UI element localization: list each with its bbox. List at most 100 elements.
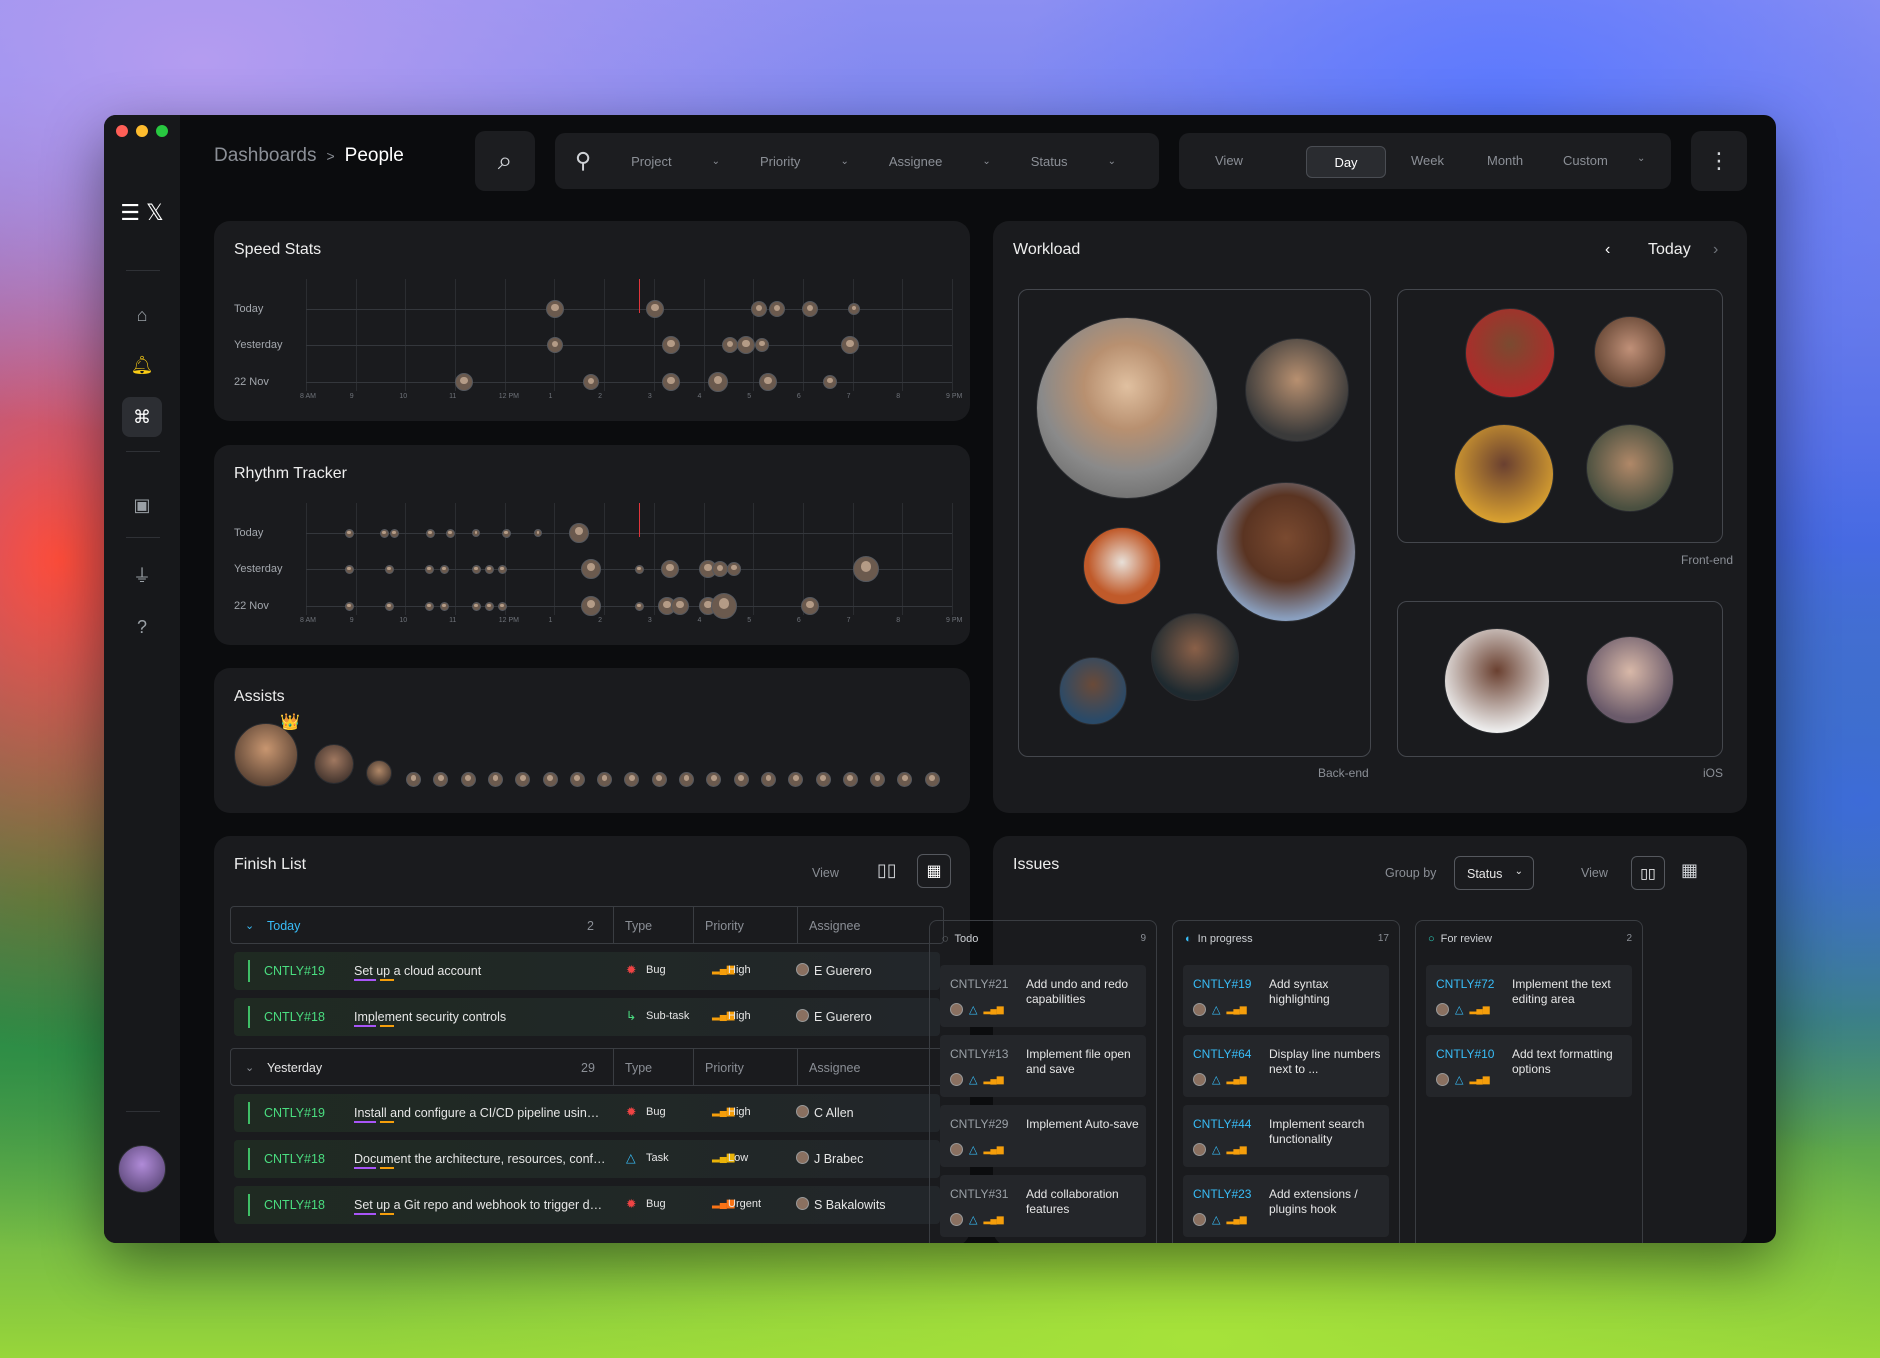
issue-card[interactable]: CNTLY#19 Add syntax highlighting △ ▂▄▆: [1183, 965, 1389, 1027]
activity-avatar[interactable]: [759, 373, 777, 391]
member-photo[interactable]: [1586, 424, 1674, 512]
member-photo[interactable]: [1059, 657, 1127, 725]
activity-avatar[interactable]: [344, 528, 354, 538]
assist-avatar[interactable]: [924, 772, 940, 787]
member-photo[interactable]: [1454, 424, 1554, 524]
plug-icon[interactable]: ⏚: [122, 555, 162, 595]
table-row[interactable]: CNTLY#19 Set up a cloud account ✹ Bug ▂▄…: [234, 952, 940, 990]
activity-avatar[interactable]: [534, 529, 542, 537]
table-view-icon[interactable]: ▦: [1681, 860, 1698, 881]
issue-card[interactable]: CNTLY#29 Implement Auto-save △ ▂▄▆: [940, 1105, 1146, 1167]
assist-avatar[interactable]: [433, 772, 449, 787]
table-row[interactable]: CNTLY#18 Implement security controls ↳ S…: [234, 998, 940, 1036]
assist-avatar[interactable]: [460, 772, 476, 787]
assist-avatar[interactable]: [597, 772, 613, 787]
table-view-icon[interactable]: ▦: [917, 854, 951, 888]
maximize-window-button[interactable]: [156, 125, 168, 137]
activity-avatar[interactable]: [344, 601, 354, 611]
activity-avatar[interactable]: [497, 564, 507, 574]
activity-avatar[interactable]: [751, 301, 767, 317]
view-custom-button[interactable]: Custom: [1563, 153, 1608, 168]
activity-avatar[interactable]: [471, 564, 481, 574]
issue-card[interactable]: CNTLY#21 Add undo and redo capabilities △ ▂…: [940, 965, 1146, 1027]
activity-avatar[interactable]: [662, 336, 680, 354]
breadcrumb-dashboards[interactable]: Dashboards: [214, 145, 316, 167]
activity-avatar[interactable]: [671, 597, 689, 615]
activity-avatar[interactable]: [853, 556, 879, 582]
activity-avatar[interactable]: [425, 528, 435, 538]
board-view-icon[interactable]: ▯▯: [877, 860, 897, 881]
activity-avatar[interactable]: [581, 559, 601, 579]
activity-avatar[interactable]: [737, 336, 755, 354]
assist-avatar[interactable]: [706, 772, 722, 787]
activity-avatar[interactable]: [424, 564, 434, 574]
assist-avatar[interactable]: [366, 760, 392, 786]
activity-avatar[interactable]: [455, 373, 473, 391]
assist-avatar[interactable]: [842, 772, 858, 787]
view-week-button[interactable]: Week: [1411, 153, 1444, 168]
table-row[interactable]: CNTLY#18 Document the architecture, reso…: [234, 1140, 940, 1178]
member-photo[interactable]: [1151, 613, 1239, 701]
member-photo[interactable]: [1083, 527, 1161, 605]
activity-avatar[interactable]: [379, 528, 389, 538]
activity-avatar[interactable]: [727, 562, 741, 576]
chevron-down-icon[interactable]: ⌄: [1637, 153, 1645, 164]
activity-avatar[interactable]: [484, 564, 494, 574]
activity-avatar[interactable]: [501, 528, 511, 538]
member-photo[interactable]: [1036, 317, 1218, 499]
activity-avatar[interactable]: [569, 523, 589, 543]
bell-icon[interactable]: 🔔︎: [122, 345, 162, 385]
assist-avatar[interactable]: [624, 772, 640, 787]
member-photo[interactable]: [1245, 338, 1349, 442]
board-view-icon[interactable]: ▯▯: [1631, 856, 1665, 890]
member-photo[interactable]: [1586, 636, 1674, 724]
activity-avatar[interactable]: [769, 301, 785, 317]
user-avatar[interactable]: [118, 1145, 166, 1193]
issue-card[interactable]: CNTLY#72 Implement the text editing area △…: [1426, 965, 1632, 1027]
assist-avatar[interactable]: [542, 772, 558, 787]
activity-avatar[interactable]: [634, 564, 644, 574]
issue-card[interactable]: CNTLY#10 Add text formatting options △ ▂▄▆: [1426, 1035, 1632, 1097]
activity-avatar[interactable]: [389, 528, 399, 538]
top-assist-avatar[interactable]: [234, 723, 298, 787]
close-window-button[interactable]: [116, 125, 128, 137]
assist-avatar[interactable]: [314, 744, 354, 784]
filter-project[interactable]: Project ⌄: [631, 154, 720, 169]
assist-avatar[interactable]: [760, 772, 776, 787]
filter-priority[interactable]: Priority ⌄: [760, 154, 849, 169]
activity-avatar[interactable]: [344, 564, 354, 574]
activity-avatar[interactable]: [823, 375, 837, 389]
briefcase-icon[interactable]: ▣: [122, 485, 162, 525]
activity-avatar[interactable]: [424, 601, 434, 611]
activity-avatar[interactable]: [546, 300, 564, 318]
search-icon[interactable]: ⌕: [475, 131, 535, 191]
activity-avatar[interactable]: [755, 338, 769, 352]
view-day-button[interactable]: Day: [1306, 146, 1386, 178]
assist-avatar[interactable]: [515, 772, 531, 787]
issue-card[interactable]: CNTLY#44 Implement search functionality △ ▂…: [1183, 1105, 1389, 1167]
filter-assignee[interactable]: Assignee ⌄: [889, 154, 991, 169]
assist-avatar[interactable]: [651, 772, 667, 787]
activity-avatar[interactable]: [711, 593, 737, 619]
table-row[interactable]: CNTLY#18 Set up a Git repo and webhook t…: [234, 1186, 940, 1224]
activity-avatar[interactable]: [445, 528, 455, 538]
apps-icon[interactable]: ⌘: [122, 397, 162, 437]
activity-avatar[interactable]: [662, 373, 680, 391]
activity-avatar[interactable]: [841, 336, 859, 354]
activity-avatar[interactable]: [581, 596, 601, 616]
assist-avatar[interactable]: [788, 772, 804, 787]
activity-avatar[interactable]: [471, 601, 481, 611]
activity-avatar[interactable]: [439, 601, 449, 611]
help-icon[interactable]: ?: [122, 607, 162, 647]
assist-avatar[interactable]: [406, 772, 421, 787]
activity-avatar[interactable]: [661, 560, 679, 578]
group-header-yesterday[interactable]: ⌄ Yesterday 29 Type Priority Assignee: [230, 1048, 944, 1086]
activity-avatar[interactable]: [583, 374, 599, 390]
home-icon[interactable]: ⌂: [122, 295, 162, 335]
member-photo[interactable]: [1216, 482, 1356, 622]
assist-avatar[interactable]: [487, 772, 503, 787]
menu-logo-icon[interactable]: ☰ 𝕏: [106, 193, 178, 233]
assist-avatar[interactable]: [870, 772, 886, 787]
activity-avatar[interactable]: [801, 597, 819, 615]
filter-status[interactable]: Status ⌄: [1031, 154, 1116, 169]
